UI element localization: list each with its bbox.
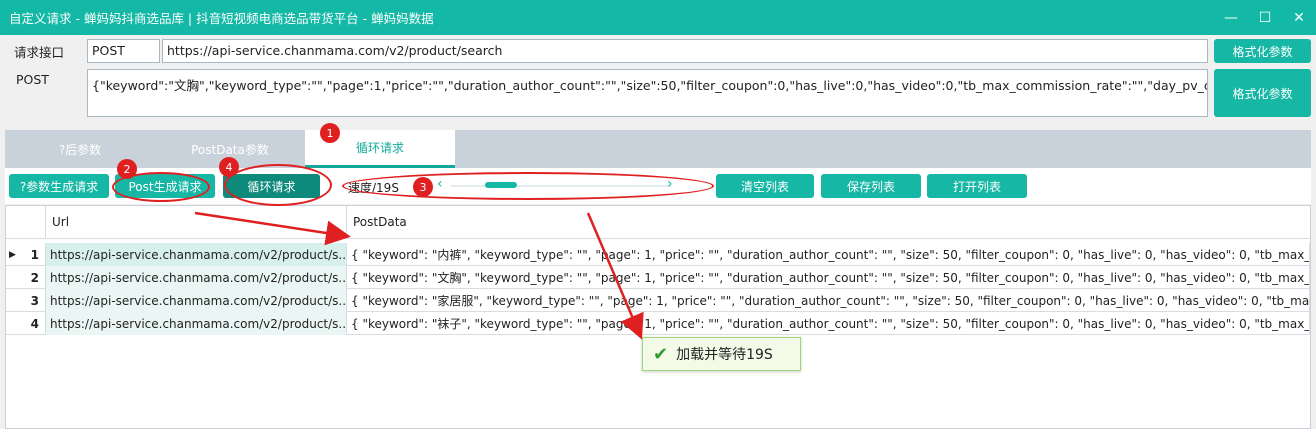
- annotation-marker-2: 2: [117, 159, 137, 179]
- toast-notification: ✔ 加载并等待19S: [642, 337, 801, 371]
- annotation-arrow-2: [586, 212, 644, 340]
- annotation-marker-1: 1: [320, 123, 340, 143]
- annotation-arrow-1: [194, 211, 351, 246]
- annotation-marker-3: 3: [413, 177, 433, 197]
- check-icon: ✔: [653, 343, 669, 365]
- annotation-marker-4: 4: [219, 157, 239, 177]
- annotation-oval-loop: [224, 164, 332, 206]
- annotation-oval-speed: [342, 172, 714, 200]
- toast-text: 加载并等待19S: [676, 347, 773, 363]
- app-window: 自定义请求 - 蝉妈妈抖商选品库 | 抖音短视频电商选品带货平台 - 蝉妈妈数据…: [0, 0, 1316, 429]
